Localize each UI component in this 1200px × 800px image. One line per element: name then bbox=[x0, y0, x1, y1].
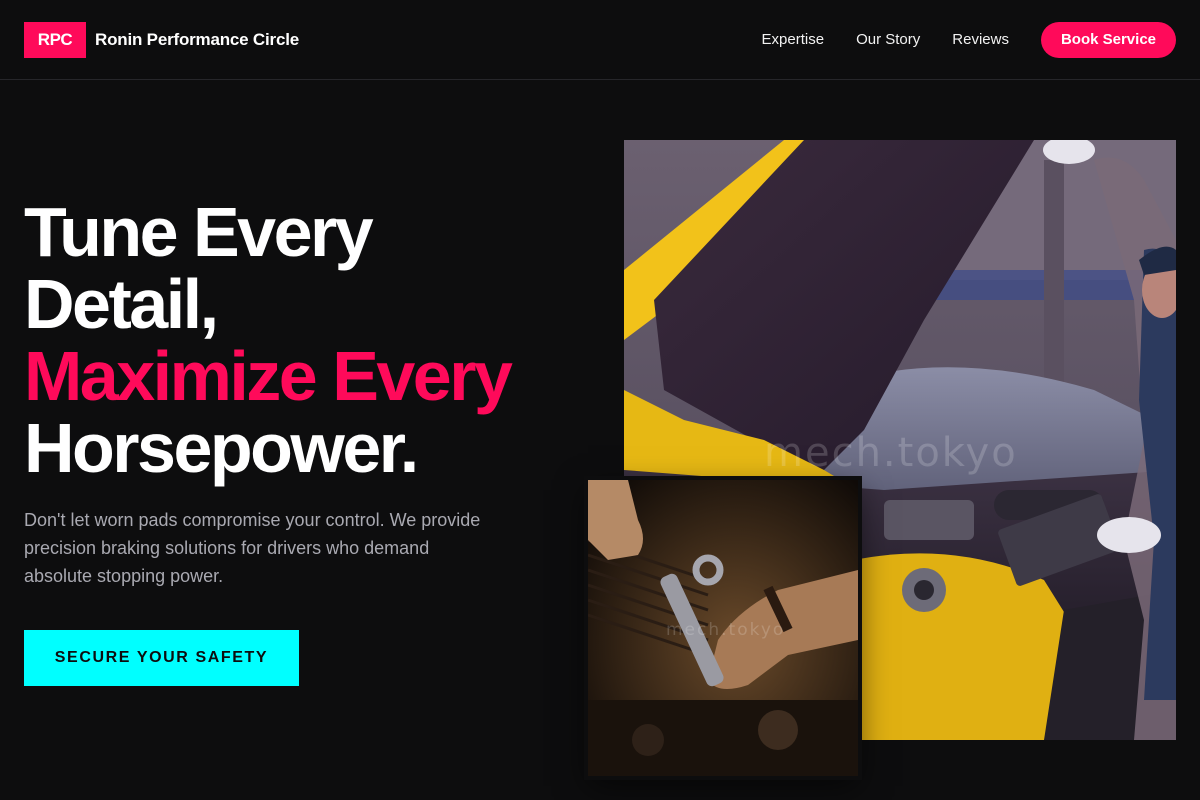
nav-link-our-story[interactable]: Our Story bbox=[856, 31, 920, 48]
hero-title-line-4: Horsepower. bbox=[24, 409, 419, 487]
image-watermark: mech.tokyo bbox=[764, 430, 1018, 476]
hero-subtitle: Don't let worn pads compromise your cont… bbox=[24, 510, 481, 586]
brand-name[interactable]: Ronin Performance Circle bbox=[95, 30, 299, 50]
logo[interactable]: RPC bbox=[24, 21, 86, 58]
book-service-button[interactable]: Book Service bbox=[1040, 21, 1176, 58]
hero-title-line-3: Maximize Every bbox=[24, 337, 513, 415]
nav-link-expertise[interactable]: Expertise bbox=[762, 31, 825, 48]
secure-your-safety-button[interactable]: SECURE YOUR SAFETY bbox=[24, 630, 299, 686]
hero-title-line-2: Detail, bbox=[24, 265, 219, 343]
site-header: RPC Ronin Performance Circle Expertise O… bbox=[0, 0, 1200, 80]
hero-title-line-1: Tune Every bbox=[24, 193, 374, 271]
image-watermark-secondary: mech.tokyo bbox=[666, 620, 786, 640]
nav-link-reviews[interactable]: Reviews bbox=[952, 31, 1009, 48]
hero-image-wrench-hands: mech.tokyo bbox=[588, 480, 858, 776]
main-nav: Expertise Our Story Reviews Book Service bbox=[762, 21, 1176, 58]
hero-title: Tune Every Detail, Maximize Every Horsep… bbox=[24, 196, 604, 484]
brand[interactable]: RPC Ronin Performance Circle bbox=[24, 21, 299, 58]
